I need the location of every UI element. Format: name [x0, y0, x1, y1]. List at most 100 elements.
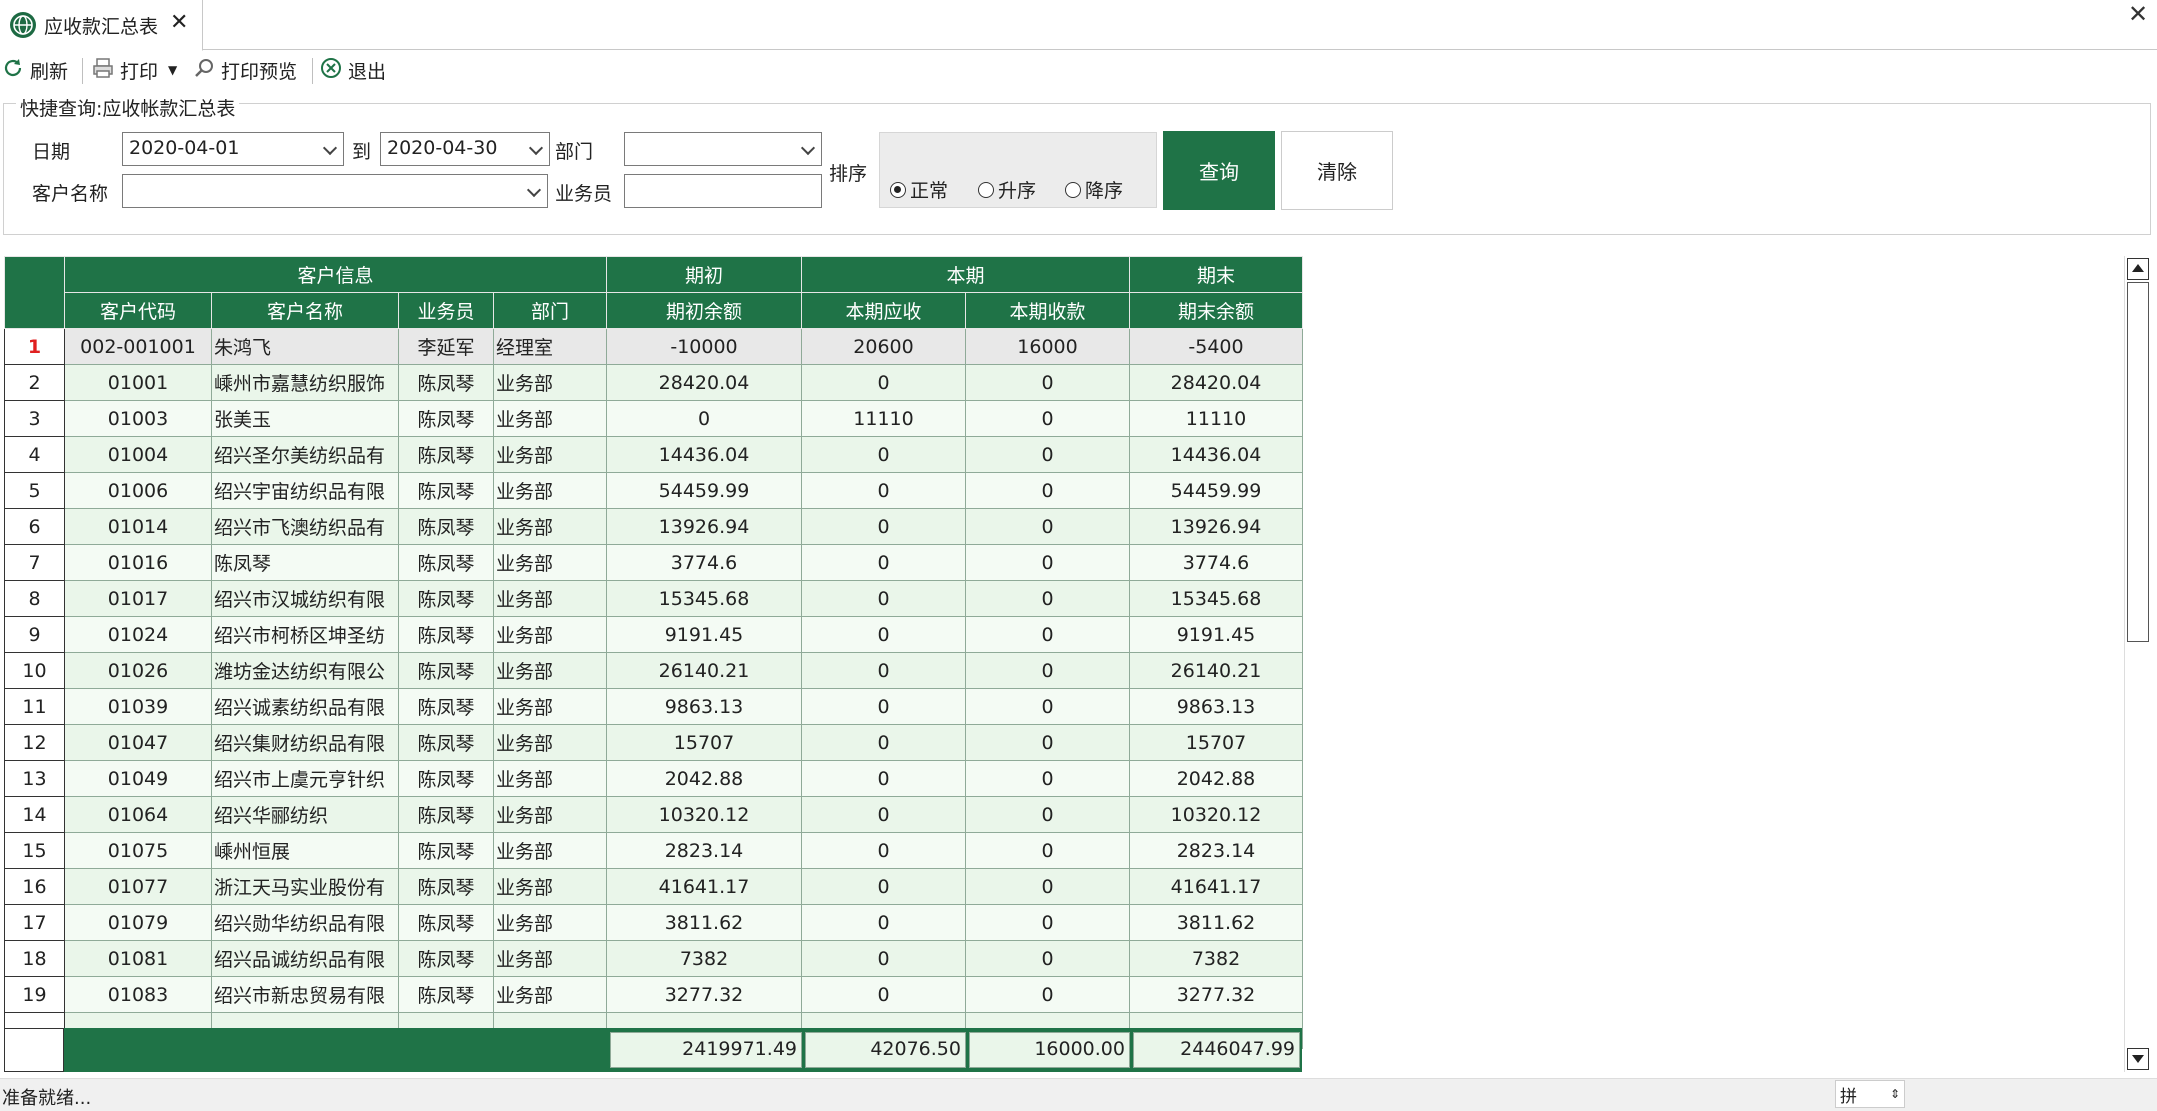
- table-cell[interactable]: 14436.04: [1129, 436, 1303, 473]
- table-cell[interactable]: 54459.99: [606, 472, 802, 509]
- table-cell[interactable]: 41641.17: [1129, 868, 1303, 905]
- table-row[interactable]: 15 01075 嵊州恒展 陈凤琴 业务部 2823.14 0 0 2823.14: [4, 832, 1303, 869]
- date-to-field[interactable]: 2020-04-30: [380, 132, 550, 166]
- table-cell[interactable]: 3811.62: [1129, 904, 1303, 941]
- table-cell[interactable]: 01047: [64, 724, 212, 761]
- table-cell[interactable]: 业务部: [493, 436, 607, 473]
- table-cell[interactable]: 绍兴市新忠贸易有限: [211, 976, 399, 1013]
- table-cell[interactable]: 绍兴华郦纺织: [211, 796, 399, 833]
- table-cell[interactable]: 0: [801, 544, 966, 581]
- table-cell[interactable]: 陈凤琴: [398, 364, 494, 401]
- row-number[interactable]: 7: [4, 544, 65, 581]
- table-cell[interactable]: 朱鸿飞: [211, 328, 399, 365]
- table-cell[interactable]: 陈凤琴: [398, 688, 494, 725]
- table-cell[interactable]: 陈凤琴: [398, 904, 494, 941]
- vertical-scrollbar[interactable]: [2124, 256, 2150, 1072]
- row-number[interactable]: 19: [4, 976, 65, 1013]
- table-cell[interactable]: 绍兴品诚纺织品有限: [211, 940, 399, 977]
- table-cell[interactable]: 0: [801, 688, 966, 725]
- table-cell[interactable]: 陈凤琴: [398, 508, 494, 545]
- table-cell[interactable]: 陈凤琴: [398, 832, 494, 869]
- table-cell[interactable]: 绍兴市柯桥区坤圣纺: [211, 616, 399, 653]
- table-cell[interactable]: 15345.68: [606, 580, 802, 617]
- table-cell[interactable]: 01064: [64, 796, 212, 833]
- table-row[interactable]: 8 01017 绍兴市汉城纺织有限 陈凤琴 业务部 15345.68 0 0 15345.68: [4, 580, 1303, 617]
- table-cell[interactable]: 11110: [801, 400, 966, 437]
- table-cell[interactable]: 3277.32: [606, 976, 802, 1013]
- table-cell[interactable]: 0: [801, 904, 966, 941]
- table-cell[interactable]: 0: [801, 796, 966, 833]
- table-cell[interactable]: 3774.6: [606, 544, 802, 581]
- table-cell[interactable]: 业务部: [493, 904, 607, 941]
- sort-desc-radio[interactable]: 降序: [1065, 176, 1123, 203]
- salesman-input[interactable]: [624, 174, 822, 208]
- table-cell[interactable]: 20600: [801, 328, 966, 365]
- table-cell[interactable]: 绍兴市上虞元亨针织: [211, 760, 399, 797]
- table-row[interactable]: 14 01064 绍兴华郦纺织 陈凤琴 业务部 10320.12 0 0 10320.12: [4, 796, 1303, 833]
- table-cell[interactable]: 陈凤琴: [398, 976, 494, 1013]
- table-cell[interactable]: 01077: [64, 868, 212, 905]
- table-row[interactable]: 10 01026 潍坊金达纺织有限公 陈凤琴 业务部 26140.21 0 0 26140.21: [4, 652, 1303, 689]
- table-cell[interactable]: 0: [965, 580, 1130, 617]
- table-cell[interactable]: 0: [965, 544, 1130, 581]
- table-cell[interactable]: 嵊州市嘉慧纺织服饰: [211, 364, 399, 401]
- table-cell[interactable]: 01039: [64, 688, 212, 725]
- table-cell[interactable]: 15707: [1129, 724, 1303, 761]
- table-cell[interactable]: 0: [801, 760, 966, 797]
- sort-asc-radio[interactable]: 升序: [978, 176, 1036, 203]
- table-cell[interactable]: 0: [965, 436, 1130, 473]
- table-cell[interactable]: 3277.32: [1129, 976, 1303, 1013]
- table-cell[interactable]: 0: [965, 472, 1130, 509]
- table-cell[interactable]: 0: [965, 976, 1130, 1013]
- table-cell[interactable]: 0: [801, 724, 966, 761]
- table-cell[interactable]: 陈凤琴: [398, 868, 494, 905]
- table-cell[interactable]: 01004: [64, 436, 212, 473]
- table-cell[interactable]: 0: [801, 472, 966, 509]
- table-cell[interactable]: 业务部: [493, 688, 607, 725]
- table-cell[interactable]: 李延军: [398, 328, 494, 365]
- table-cell[interactable]: 业务部: [493, 652, 607, 689]
- row-number[interactable]: 18: [4, 940, 65, 977]
- column-header[interactable]: 本期收款: [965, 292, 1130, 329]
- table-cell[interactable]: 业务部: [493, 868, 607, 905]
- table-row[interactable]: 13 01049 绍兴市上虞元亨针织 陈凤琴 业务部 2042.88 0 0 2042.88: [4, 760, 1303, 797]
- table-row[interactable]: 6 01014 绍兴市飞澳纺织品有 陈凤琴 业务部 13926.94 0 0 13926.94: [4, 508, 1303, 545]
- table-cell[interactable]: 0: [965, 868, 1130, 905]
- table-cell[interactable]: 0: [606, 400, 802, 437]
- table-cell[interactable]: 26140.21: [1129, 652, 1303, 689]
- table-cell[interactable]: 0: [965, 904, 1130, 941]
- table-cell[interactable]: 0: [965, 832, 1130, 869]
- table-cell[interactable]: 3774.6: [1129, 544, 1303, 581]
- table-cell[interactable]: 13926.94: [606, 508, 802, 545]
- table-cell[interactable]: -5400: [1129, 328, 1303, 365]
- table-cell[interactable]: 经理室: [493, 328, 607, 365]
- table-cell[interactable]: 2823.14: [606, 832, 802, 869]
- table-cell[interactable]: 业务部: [493, 364, 607, 401]
- table-cell[interactable]: 2042.88: [1129, 760, 1303, 797]
- table-cell[interactable]: 业务部: [493, 832, 607, 869]
- table-cell[interactable]: 陈凤琴: [398, 472, 494, 509]
- table-cell[interactable]: 10320.12: [606, 796, 802, 833]
- row-number[interactable]: 4: [4, 436, 65, 473]
- table-cell[interactable]: 0: [965, 364, 1130, 401]
- row-number[interactable]: 14: [4, 796, 65, 833]
- dept-select[interactable]: [624, 132, 822, 166]
- scroll-down-icon[interactable]: [2127, 1048, 2149, 1070]
- table-row[interactable]: 18 01081 绍兴品诚纺织品有限 陈凤琴 业务部 7382 0 0 7382: [4, 940, 1303, 977]
- table-cell[interactable]: 0: [965, 652, 1130, 689]
- table-cell[interactable]: 9191.45: [606, 616, 802, 653]
- table-cell[interactable]: 0: [965, 400, 1130, 437]
- refresh-button[interactable]: 刷新: [2, 52, 68, 88]
- row-number[interactable]: 16: [4, 868, 65, 905]
- table-cell[interactable]: -10000: [606, 328, 802, 365]
- table-cell[interactable]: 陈凤琴: [398, 616, 494, 653]
- row-number[interactable]: 11: [4, 688, 65, 725]
- table-cell[interactable]: 0: [801, 580, 966, 617]
- table-cell[interactable]: 54459.99: [1129, 472, 1303, 509]
- table-cell[interactable]: 0: [965, 796, 1130, 833]
- table-row[interactable]: 12 01047 绍兴集财纺织品有限 陈凤琴 业务部 15707 0 0 15707: [4, 724, 1303, 761]
- table-cell[interactable]: 0: [965, 940, 1130, 977]
- row-number[interactable]: 3: [4, 400, 65, 437]
- print-button[interactable]: 打印 ▼: [92, 52, 177, 88]
- table-cell[interactable]: 15707: [606, 724, 802, 761]
